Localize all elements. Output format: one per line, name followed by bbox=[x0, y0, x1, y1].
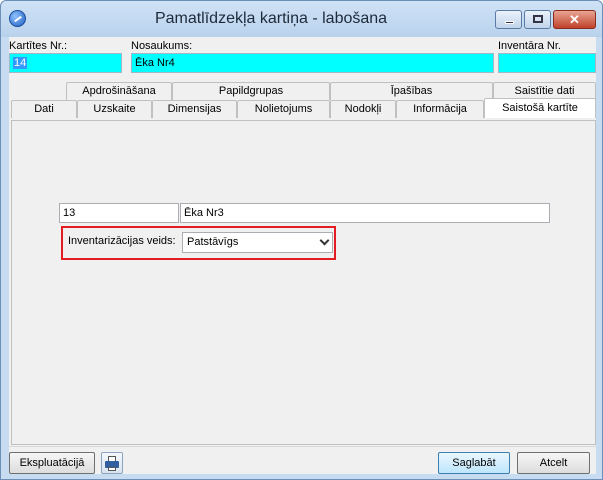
inventory-type-select[interactable]: Patstāvīgs bbox=[182, 232, 333, 253]
card-number-label: Kartītes Nr.: bbox=[9, 40, 68, 52]
linked-card-number-field[interactable]: 13 bbox=[59, 203, 179, 223]
exploitation-button[interactable]: Ekspluatācijā bbox=[9, 452, 95, 474]
name-field[interactable]: Ēka Nr4 bbox=[131, 53, 494, 73]
window-title: Pamatlīdzekļa kartiņa - labošana bbox=[154, 10, 388, 27]
card-number-field[interactable]: 14 bbox=[9, 53, 122, 73]
tab-information[interactable]: Informācija bbox=[396, 100, 484, 118]
card-number-value: 14 bbox=[13, 57, 28, 69]
minimize-icon bbox=[505, 21, 514, 24]
save-button[interactable]: Saglabāt bbox=[438, 452, 510, 474]
tab-insurance[interactable]: Apdrošināšana bbox=[66, 82, 172, 100]
card-edit-window: Pamatlīdzekļa kartiņa - labošana ✕ Kartī… bbox=[0, 0, 603, 480]
tab-taxes[interactable]: Nodokļi bbox=[330, 100, 396, 118]
name-label: Nosaukums: bbox=[131, 40, 193, 52]
cancel-button[interactable]: Atcelt bbox=[517, 452, 590, 474]
minimize-button[interactable] bbox=[495, 10, 522, 29]
client-area: Kartītes Nr.: 14 Nosaukums: Ēka Nr4 Inve… bbox=[9, 37, 596, 474]
inventory-number-field[interactable] bbox=[498, 53, 596, 73]
printer-icon-tray bbox=[108, 467, 116, 471]
tab-linked-card[interactable]: Saistošā kartīte bbox=[484, 98, 596, 118]
maximize-icon bbox=[533, 15, 543, 23]
close-icon: ✕ bbox=[569, 12, 580, 27]
linked-card-panel: 13 Ēka Nr3 Inventarizācijas veids: Patst… bbox=[11, 120, 596, 445]
tab-depreciation[interactable]: Nolietojums bbox=[237, 100, 330, 118]
linked-card-name-field[interactable]: Ēka Nr3 bbox=[180, 203, 550, 223]
title-bar[interactable]: Pamatlīdzekļa kartiņa - labošana ✕ bbox=[1, 1, 602, 37]
tab-dimensions[interactable]: Dimensijas bbox=[152, 100, 237, 118]
inventory-type-label: Inventarizācijas veids: bbox=[68, 235, 176, 247]
inventory-number-label: Inventāra Nr. bbox=[498, 40, 561, 52]
footer-divider bbox=[9, 446, 596, 447]
tab-properties[interactable]: Īpašības bbox=[330, 82, 493, 100]
close-button[interactable]: ✕ bbox=[553, 10, 596, 29]
chevron-down-icon bbox=[319, 235, 330, 246]
inventory-type-value: Patstāvīgs bbox=[187, 236, 239, 248]
print-button[interactable] bbox=[101, 452, 123, 474]
tab-extra-groups[interactable]: Papildgrupas bbox=[172, 82, 330, 100]
tab-data[interactable]: Dati bbox=[11, 100, 77, 118]
tab-accounting[interactable]: Uzskaite bbox=[77, 100, 152, 118]
maximize-button[interactable] bbox=[524, 10, 551, 29]
